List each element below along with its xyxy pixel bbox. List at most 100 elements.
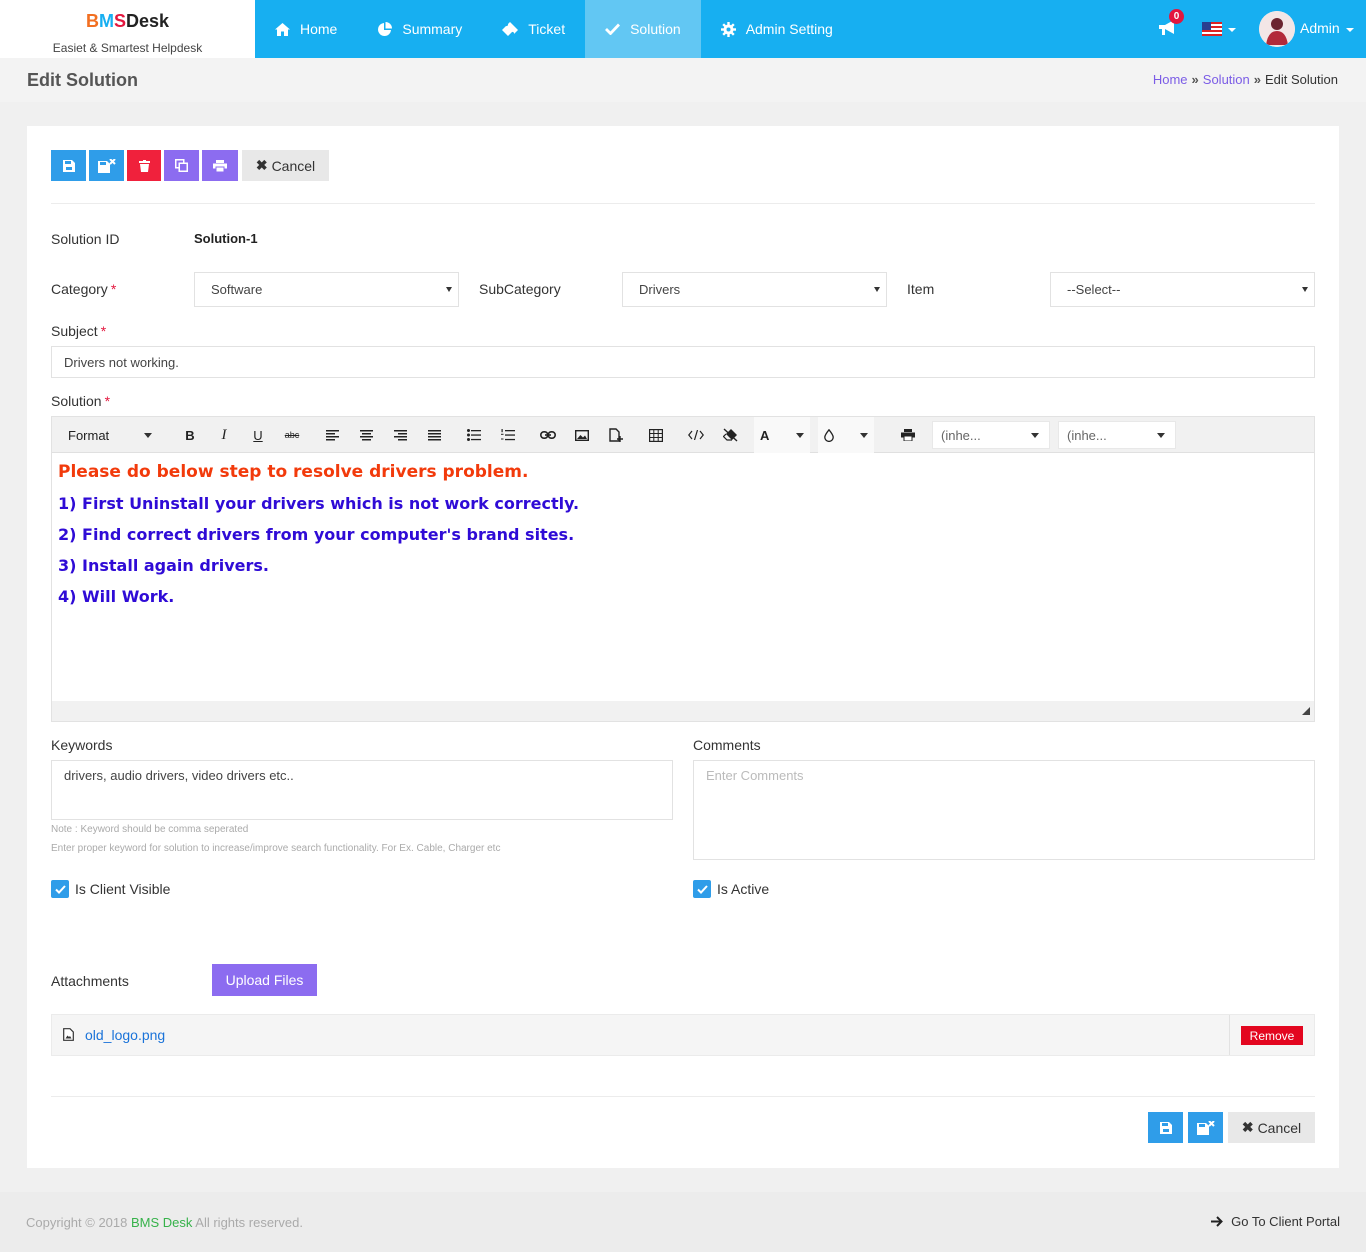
- category-select[interactable]: Software: [194, 272, 459, 307]
- nav-label: Ticket: [528, 21, 566, 37]
- subject-label: Subject *: [51, 323, 107, 339]
- nav-item-ticket[interactable]: Ticket: [482, 0, 585, 58]
- attachments-label: Attachments: [51, 973, 129, 989]
- breadcrumb: Home» Solution» Edit Solution: [1153, 72, 1338, 87]
- align-left-button[interactable]: [320, 417, 344, 453]
- table-icon: [649, 428, 663, 442]
- bullet-list-button[interactable]: [462, 417, 486, 453]
- copy-button[interactable]: [164, 150, 199, 181]
- delete-button[interactable]: [127, 150, 161, 181]
- subcategory-label: SubCategory: [479, 281, 561, 297]
- top-navbar: BMSDesk Easiet & Smartest Helpdesk Home …: [0, 0, 1366, 58]
- code-icon: [688, 430, 704, 440]
- page-title: Edit Solution: [27, 70, 138, 90]
- chevron-down-icon: [1031, 433, 1039, 438]
- align-right-button[interactable]: [388, 417, 412, 453]
- trash-icon: [138, 159, 150, 172]
- font-family-dropdown[interactable]: (inhe...: [932, 421, 1050, 449]
- cancel-button[interactable]: ✖ Cancel: [242, 150, 329, 181]
- insert-table-button[interactable]: [644, 417, 668, 453]
- text-color-dropdown[interactable]: A: [754, 417, 810, 453]
- nav-item-home[interactable]: Home: [255, 0, 357, 58]
- resize-handle-icon[interactable]: [1302, 707, 1310, 715]
- format-label: Format: [68, 427, 110, 443]
- us-flag-icon[interactable]: [1202, 22, 1222, 36]
- category-value: Software: [211, 282, 263, 297]
- floppy-icon: [1159, 1121, 1172, 1134]
- bold-button[interactable]: B: [178, 417, 202, 453]
- breadcrumb-home[interactable]: Home: [1153, 72, 1188, 87]
- edit-solution-card: ✖ Cancel Solution ID Solution-1 Category *…: [27, 126, 1339, 1168]
- nav-item-summary[interactable]: Summary: [357, 0, 482, 58]
- item-value: --Select--: [1067, 282, 1121, 297]
- save-and-close-button[interactable]: [89, 150, 124, 181]
- client-visible-checkbox[interactable]: [51, 880, 69, 898]
- clear-format-button[interactable]: [718, 417, 742, 453]
- divider: [1229, 1015, 1230, 1055]
- is-active-label: Is Active: [717, 881, 770, 897]
- notification-badge: 0: [1169, 9, 1184, 24]
- solution-id-value: Solution-1: [194, 231, 258, 246]
- format-dropdown[interactable]: Format: [60, 417, 160, 453]
- insert-link-button[interactable]: [536, 417, 560, 453]
- chevron-down-icon: [144, 432, 152, 438]
- footer-brand-link[interactable]: BMS Desk: [131, 1215, 192, 1230]
- nav-label: Summary: [402, 21, 463, 37]
- nav-item-admin-setting[interactable]: Admin Setting: [701, 0, 853, 58]
- chevron-down-icon: [446, 287, 452, 292]
- editor-content[interactable]: Please do below step to resolve drivers …: [52, 453, 1314, 701]
- code-view-button[interactable]: [684, 417, 708, 453]
- close-icon: ✖: [255, 157, 268, 173]
- background-color-dropdown[interactable]: [818, 417, 874, 453]
- strikethrough-button[interactable]: abc: [280, 417, 304, 453]
- comments-label: Comments: [693, 737, 761, 753]
- ticket-icon: [502, 22, 519, 36]
- save-button[interactable]: [1148, 1112, 1183, 1143]
- client-portal-link[interactable]: Go To Client Portal: [1211, 1214, 1340, 1229]
- keywords-input[interactable]: [51, 760, 673, 820]
- is-active-checkbox[interactable]: [693, 880, 711, 898]
- chevron-down-icon: [1157, 433, 1165, 438]
- chevron-down-icon[interactable]: [1346, 28, 1354, 32]
- numbered-list-icon: [501, 429, 515, 441]
- image-file-icon: [63, 1028, 74, 1041]
- item-select[interactable]: --Select--: [1050, 272, 1315, 307]
- font-size-dropdown[interactable]: (inhe...: [1058, 421, 1176, 449]
- underline-button[interactable]: U: [246, 417, 270, 453]
- breadcrumb-current: Edit Solution: [1265, 72, 1338, 87]
- page-header: Edit Solution Home» Solution» Edit Solutio…: [0, 58, 1366, 102]
- avatar[interactable]: [1259, 11, 1295, 47]
- insert-file-button[interactable]: [604, 417, 628, 453]
- attachment-link[interactable]: old_logo.png: [85, 1027, 165, 1043]
- numbered-list-button[interactable]: [496, 417, 520, 453]
- justify-button[interactable]: [422, 417, 446, 453]
- subcategory-select[interactable]: Drivers: [622, 272, 887, 307]
- save-and-close-button[interactable]: [1188, 1112, 1223, 1143]
- cancel-label: Cancel: [1257, 1119, 1302, 1136]
- image-icon: [575, 429, 589, 441]
- chevron-down-icon[interactable]: [1228, 28, 1236, 32]
- solution-label: Solution *: [51, 393, 111, 409]
- save-close-icon: [97, 158, 116, 173]
- user-menu[interactable]: Admin: [1300, 20, 1340, 36]
- remove-attachment-button[interactable]: Remove: [1241, 1026, 1303, 1045]
- nav-item-solution[interactable]: Solution: [585, 0, 701, 58]
- breadcrumb-solution[interactable]: Solution: [1203, 72, 1250, 87]
- save-button[interactable]: [51, 150, 86, 181]
- print-button[interactable]: [202, 150, 238, 181]
- upload-files-button[interactable]: Upload Files: [212, 964, 317, 996]
- category-label: Category *: [51, 281, 117, 297]
- subject-input[interactable]: [51, 346, 1315, 378]
- italic-button[interactable]: I: [212, 417, 236, 453]
- brand-logo[interactable]: BMSDesk Easiet & Smartest Helpdesk: [0, 0, 255, 58]
- cancel-button[interactable]: ✖ Cancel: [1228, 1112, 1315, 1143]
- attachment-item: old_logo.png Remove: [51, 1014, 1315, 1056]
- file-add-icon: [609, 428, 623, 442]
- item-label: Item: [907, 281, 935, 297]
- print-editor-button[interactable]: [896, 417, 920, 453]
- comments-input[interactable]: [693, 760, 1315, 860]
- insert-image-button[interactable]: [570, 417, 594, 453]
- bullet-list-icon: [467, 429, 481, 441]
- brand-tagline: Easiet & Smartest Helpdesk: [52, 41, 203, 55]
- align-center-button[interactable]: [354, 417, 378, 453]
